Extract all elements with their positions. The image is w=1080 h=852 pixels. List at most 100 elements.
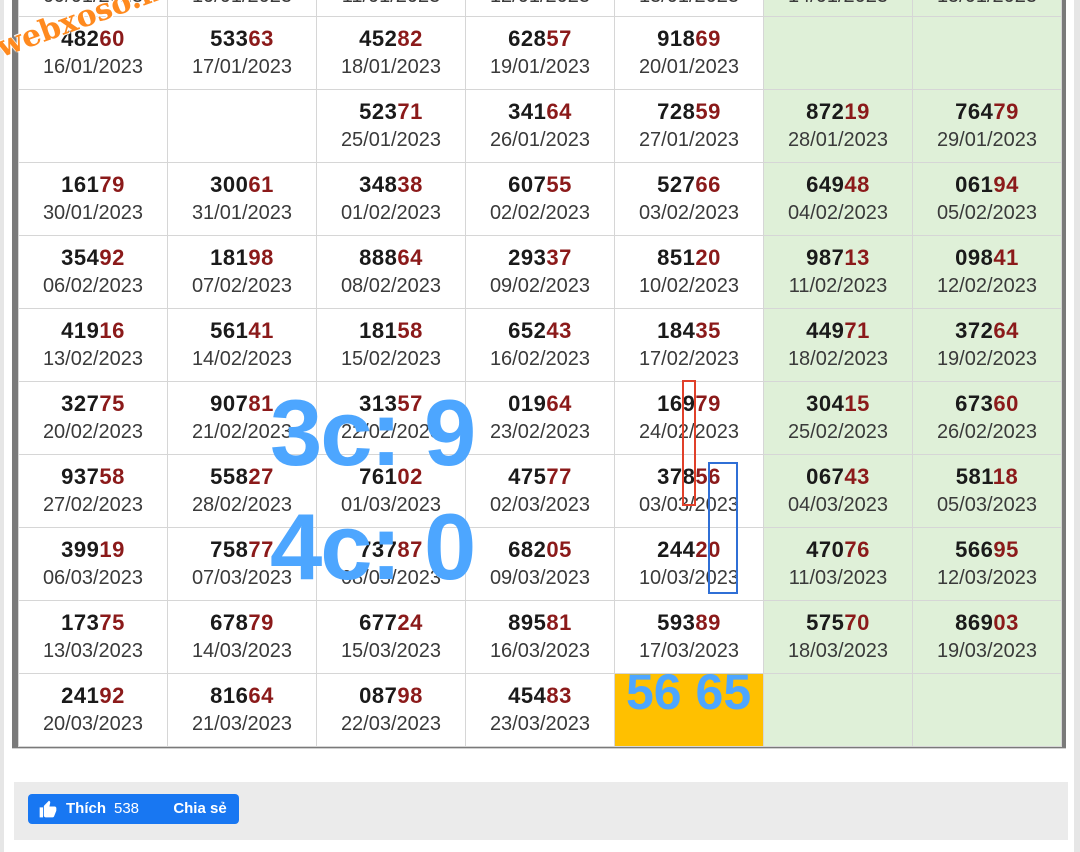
result-number: 72859 — [657, 99, 721, 124]
result-cell: 52371 25/01/2023 — [316, 89, 466, 163]
result-date: 30/01/2023 — [42, 202, 144, 224]
result-cell: 14/01/2023 — [763, 0, 913, 17]
result-cell: 56695 12/03/2023 — [912, 527, 1062, 601]
result-number: 06743 — [806, 464, 870, 489]
result-number: 08798 — [359, 683, 423, 708]
result-cell: 87219 28/01/2023 — [763, 89, 913, 163]
facebook-share-button[interactable]: Chia sẻ — [161, 794, 239, 824]
result-date: 02/02/2023 — [489, 202, 591, 224]
result-cell: 88864 08/02/2023 — [316, 235, 466, 309]
result-cell: 18435 17/02/2023 — [614, 308, 764, 382]
result-number: 64948 — [806, 172, 870, 197]
result-number: 52766 — [657, 172, 721, 197]
result-date: 06/03/2023 — [42, 567, 144, 589]
result-cell: 64948 04/02/2023 — [763, 162, 913, 236]
result-date: 26/01/2023 — [489, 129, 591, 151]
result-cell: 08798 22/03/2023 — [316, 673, 466, 747]
result-date: 09/03/2023 — [489, 567, 591, 589]
result-cell: 59389 17/03/2023 — [614, 600, 764, 674]
result-number: 24420 — [657, 537, 721, 562]
table-row: 52371 25/01/2023 34164 26/01/2023 72859 27/01… — [18, 89, 1062, 163]
result-number: 01964 — [508, 391, 572, 416]
result-cell — [763, 16, 913, 90]
result-cell: 16179 30/01/2023 — [18, 162, 168, 236]
result-cell: 76479 29/01/2023 — [912, 89, 1062, 163]
result-cell: 81664 21/03/2023 — [167, 673, 317, 747]
result-cell: 37264 19/02/2023 — [912, 308, 1062, 382]
result-date: 10/03/2023 — [638, 567, 740, 589]
result-number: 18435 — [657, 318, 721, 343]
result-number: 67879 — [210, 610, 274, 635]
result-cell: 09841 12/02/2023 — [912, 235, 1062, 309]
result-number: 39919 — [61, 537, 125, 562]
result-number: 06194 — [955, 172, 1019, 197]
result-number: 34838 — [359, 172, 423, 197]
result-number: 68205 — [508, 537, 572, 562]
result-number: 29337 — [508, 245, 572, 270]
result-number: 87219 — [806, 99, 870, 124]
result-number: 47076 — [806, 537, 870, 562]
result-number: 52371 — [359, 99, 423, 124]
result-date: 31/01/2023 — [191, 202, 293, 224]
result-number: 32775 — [61, 391, 125, 416]
result-number: 56695 — [955, 537, 1019, 562]
result-number: 60755 — [508, 172, 572, 197]
result-date: 12/01/2023 — [466, 0, 614, 10]
result-number: 86903 — [955, 610, 1019, 635]
result-cell: 91869 20/01/2023 — [614, 16, 764, 90]
result-date: 20/01/2023 — [638, 56, 740, 78]
table-row: 93758 27/02/2023 55827 28/02/2023 76102 01/03… — [18, 454, 1062, 528]
table-row: 24192 20/03/2023 81664 21/03/2023 08798 22/03… — [18, 673, 1062, 747]
result-number: 67724 — [359, 610, 423, 635]
result-date: 11/01/2023 — [317, 0, 465, 10]
result-number: 58118 — [955, 464, 1019, 489]
result-number: 45282 — [359, 26, 423, 51]
result-cell: 24420 10/03/2023 — [614, 527, 764, 601]
result-cell: 34164 26/01/2023 — [465, 89, 615, 163]
result-number: 76479 — [955, 99, 1019, 124]
annotation-prediction: 56 65 — [626, 664, 752, 720]
result-date: 22/03/2023 — [340, 713, 442, 735]
results-table-frame: 09/01/202310/01/202311/01/202312/01/2023… — [12, 0, 1066, 748]
result-date: 03/02/2023 — [638, 202, 740, 224]
result-number: 56141 — [210, 318, 274, 343]
result-number: 35492 — [61, 245, 125, 270]
result-cell: 01964 23/02/2023 — [465, 381, 615, 455]
result-cell — [912, 673, 1062, 747]
result-date: 01/02/2023 — [340, 202, 442, 224]
annotation-3c: 3c: 9 — [270, 380, 476, 485]
result-date: 16/01/2023 — [42, 56, 144, 78]
result-number: 53363 — [210, 26, 274, 51]
result-date: 05/02/2023 — [936, 202, 1038, 224]
result-cell: 62857 19/01/2023 — [465, 16, 615, 90]
result-cell: 15/01/2023 — [912, 0, 1062, 17]
result-number: 16179 — [61, 172, 125, 197]
result-cell: 30415 25/02/2023 — [763, 381, 913, 455]
result-cell: 45282 18/01/2023 — [316, 16, 466, 90]
result-cell: 57570 18/03/2023 — [763, 600, 913, 674]
result-date: 17/02/2023 — [638, 348, 740, 370]
result-cell: 24192 20/03/2023 — [18, 673, 168, 747]
result-cell: 67360 26/02/2023 — [912, 381, 1062, 455]
result-date: 04/02/2023 — [787, 202, 889, 224]
result-date: 23/02/2023 — [489, 421, 591, 443]
result-date: 20/02/2023 — [42, 421, 144, 443]
result-cell: 68205 09/03/2023 — [465, 527, 615, 601]
result-number: 41916 — [61, 318, 125, 343]
result-date: 29/01/2023 — [936, 129, 1038, 151]
result-cell: 17375 13/03/2023 — [18, 600, 168, 674]
result-cell — [912, 16, 1062, 90]
result-cell: 56141 14/02/2023 — [167, 308, 317, 382]
table-row: 16179 30/01/2023 30061 31/01/2023 34838 01/02… — [18, 162, 1062, 236]
facebook-like-button[interactable]: Thích 538 — [28, 794, 168, 824]
result-cell: 30061 31/01/2023 — [167, 162, 317, 236]
result-cell: 89581 16/03/2023 — [465, 600, 615, 674]
result-cell: 29337 09/02/2023 — [465, 235, 615, 309]
table-row: 48260 16/01/2023 53363 17/01/2023 45282 18/01… — [18, 16, 1062, 90]
result-number: 81664 — [210, 683, 274, 708]
result-cell: 06194 05/02/2023 — [912, 162, 1062, 236]
result-number: 18158 — [359, 318, 423, 343]
result-cell: 39919 06/03/2023 — [18, 527, 168, 601]
result-date: 19/02/2023 — [936, 348, 1038, 370]
result-number: 24192 — [61, 683, 125, 708]
